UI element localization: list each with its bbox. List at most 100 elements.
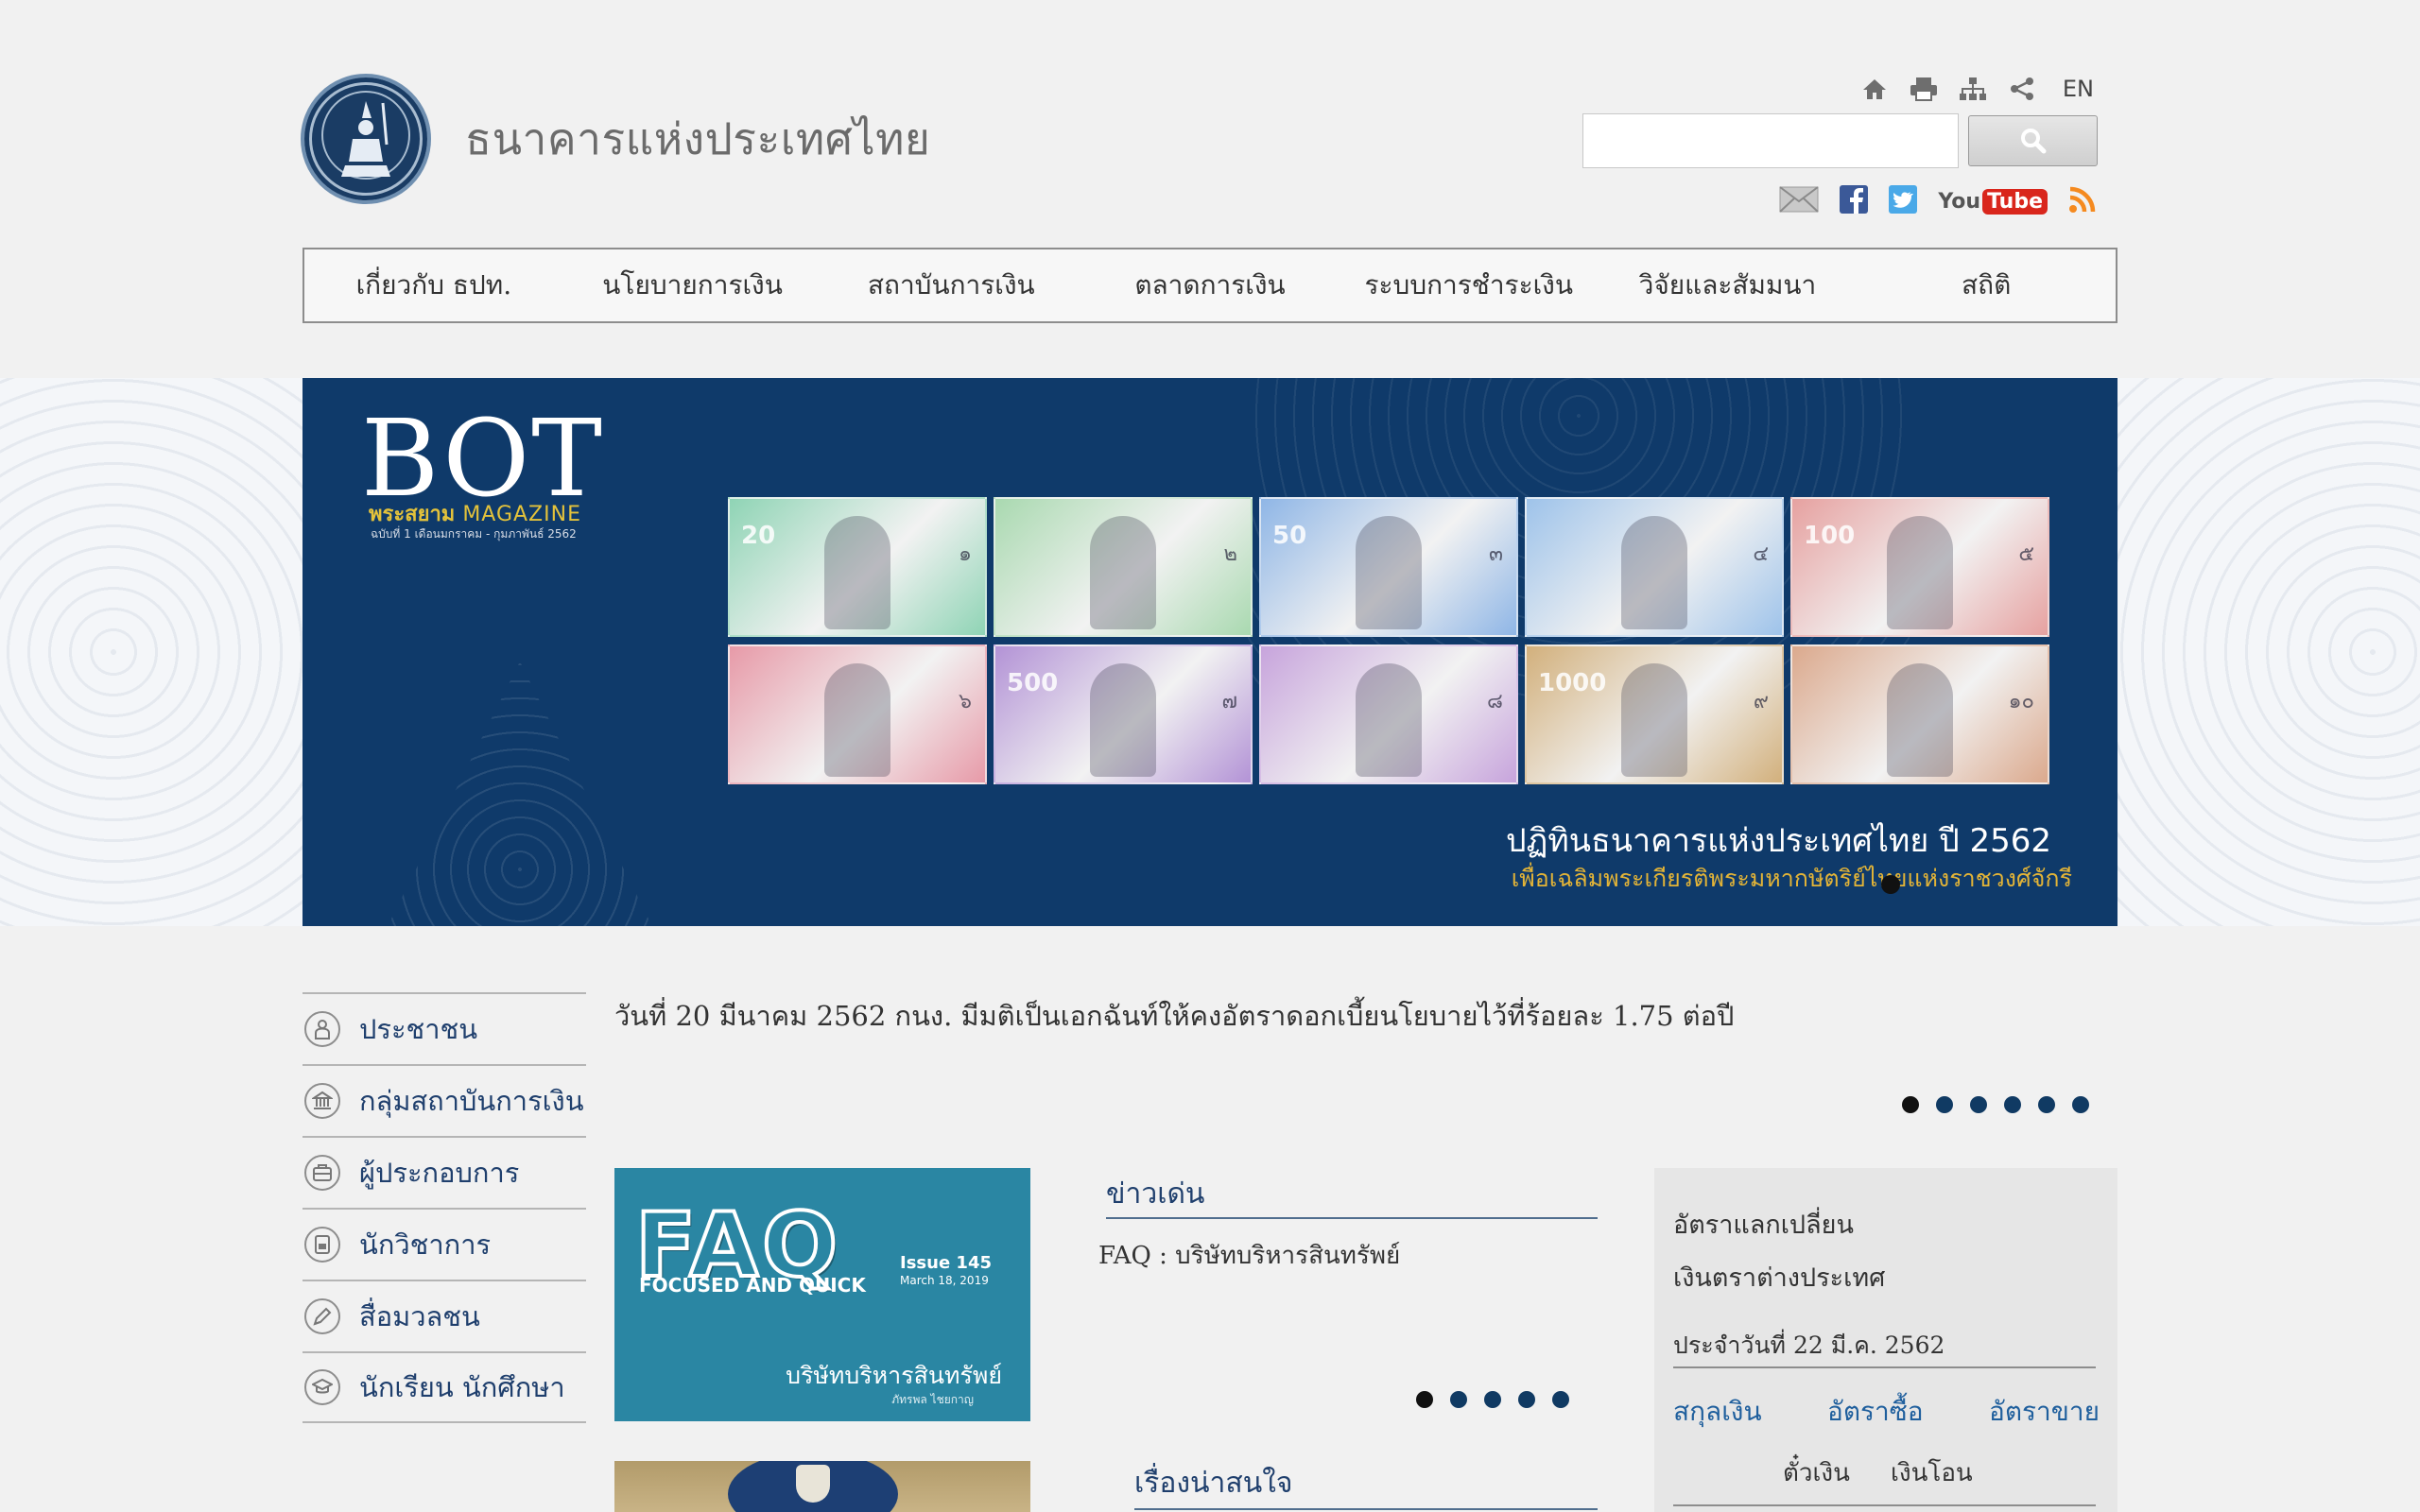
magazine-en: MAGAZINE [462, 503, 581, 526]
banknote-thai-number: ๗ [1221, 690, 1237, 713]
main-navigation: เกี่ยวกับ ธปท. นโยบายการเงิน สถาบันการเง… [302, 248, 2118, 323]
nav-monetary-policy[interactable]: นโยบายการเงิน [563, 265, 822, 306]
banknote-thai-number: ๓ [1488, 542, 1503, 566]
banknote-card: 20 ๑ [728, 497, 987, 637]
banknote-portrait [824, 516, 890, 629]
banner-carousel-dot[interactable] [1881, 875, 1900, 894]
sitemap-icon[interactable] [1959, 76, 1987, 102]
fx-col-buy[interactable]: อัตราซื้อ [1827, 1391, 1924, 1433]
banknote-denomination: 20 [741, 522, 776, 550]
nav-research-seminars[interactable]: วิจัยและสัมมนา [1599, 265, 1858, 306]
carousel-dot[interactable] [1450, 1391, 1467, 1408]
banknote-grid: 20 ๑ ๒ 50 ๓ ๔ 100 ๕๖ 500 ๗ ๘ 1000 ๙ ๑๐ [728, 497, 2049, 784]
banner-caption-main: ปฏิทินธนาคารแห่งประเทศไทย ปี 2562 [1505, 822, 2051, 860]
home-icon[interactable] [1860, 76, 1889, 102]
banknote-portrait [1887, 663, 1953, 777]
email-icon[interactable] [1779, 186, 1820, 216]
briefcase-icon [304, 1155, 340, 1191]
interest-thumbnail[interactable] [614, 1461, 1030, 1512]
fx-subtitle: เงินตราต่างประเทศ [1673, 1263, 1886, 1293]
bot-seal-icon [301, 74, 431, 204]
sidebar-item-students[interactable]: นักเรียน นักศึกษา [302, 1351, 586, 1423]
faq-issue: Issue 145 [900, 1253, 992, 1273]
sidebar-item-label: นักวิชาการ [359, 1228, 492, 1261]
sidebar-item-media[interactable]: สื่อมวลชน [302, 1280, 586, 1351]
banknote-denomination: 1000 [1538, 669, 1607, 697]
carousel-dot[interactable] [1552, 1391, 1569, 1408]
headline-ticker[interactable]: วันที่ 20 มีนาคม 2562 กนง. มีมติเป็นเอกฉ… [614, 994, 1734, 1038]
twitter-icon[interactable] [1889, 185, 1918, 217]
carousel-dot[interactable] [1416, 1391, 1433, 1408]
site-logo[interactable]: ธนาคารแห่งประเทศไทย [301, 74, 930, 204]
nav-statistics[interactable]: สถิติ [1857, 265, 2116, 306]
banner-issue-line: ฉบับที่ 1 เดือนมกราคม - กุมภาพันธ์ 2562 [371, 527, 577, 541]
carousel-dot[interactable] [1484, 1391, 1501, 1408]
banknote-portrait [1090, 663, 1156, 777]
banknote-denomination: 100 [1804, 522, 1856, 550]
hero-banner[interactable]: BOT พระสยาม MAGAZINE ฉบับที่ 1 เดือนมกราค… [302, 378, 2118, 926]
fx-col-sell[interactable]: อัตราขาย [1989, 1391, 2100, 1433]
fx-col-currency[interactable]: สกุลเงิน [1673, 1391, 1762, 1433]
language-toggle[interactable]: EN [2063, 76, 2094, 102]
faq-thumbnail[interactable]: FAQ FOCUSED AND QUICK Issue 145 March 18… [614, 1168, 1030, 1421]
faq-thai-title: บริษัทบริหารสินทรัพย์ [786, 1362, 1002, 1389]
banknote-portrait [1887, 516, 1953, 629]
nav-about[interactable]: เกี่ยวกับ ธปท. [304, 265, 563, 306]
carousel-dot[interactable] [1902, 1096, 1919, 1113]
fx-divider [1673, 1504, 2096, 1506]
magazine-th: พระสยาม [369, 503, 456, 526]
youtube-you: You [1938, 189, 1981, 214]
print-icon[interactable] [1910, 76, 1938, 102]
search-button[interactable] [1968, 115, 2098, 166]
featured-news-link[interactable]: FAQ : บริษัทบริหารสินทรัพย์ [1098, 1236, 1400, 1275]
exchange-rate-panel: อัตราแลกเปลี่ยน เงินตราต่างประเทศ ประจำว… [1654, 1168, 2118, 1512]
banknote-portrait [1356, 516, 1422, 629]
carousel-dot[interactable] [2072, 1096, 2089, 1113]
banknote-portrait [824, 663, 890, 777]
carousel-dot[interactable] [1970, 1096, 1987, 1113]
sidebar-item-label: ประชาชน [359, 1013, 478, 1045]
nav-financial-markets[interactable]: ตลาดการเงิน [1080, 265, 1340, 306]
utility-bar: EN [1860, 76, 2094, 102]
search-input[interactable] [1582, 113, 1959, 168]
nav-financial-institutions[interactable]: สถาบันการเงิน [821, 265, 1080, 306]
share-icon[interactable] [2008, 76, 2036, 102]
sidebar-item-academics[interactable]: นักวิชาการ [302, 1208, 586, 1280]
bank-icon [304, 1083, 340, 1119]
nav-payment-systems[interactable]: ระบบการชำระเงิน [1340, 265, 1599, 306]
banknote-card: ๑๐ [1790, 644, 2049, 784]
sidebar-item-entrepreneurs[interactable]: ผู้ประกอบการ [302, 1136, 586, 1208]
banknote-card: 100 ๕ [1790, 497, 2049, 637]
carousel-dot[interactable] [1936, 1096, 1953, 1113]
fx-title: อัตราแลกเปลี่ยน [1673, 1211, 1854, 1240]
sidebar-item-financial-institutions[interactable]: กลุ่มสถาบันการเงิน [302, 1064, 586, 1136]
featured-news-heading: ข่าวเด่น [1106, 1170, 1598, 1219]
carousel-dot[interactable] [1518, 1391, 1535, 1408]
site-name: ธนาคารแห่งประเทศไทย [465, 112, 931, 164]
search-icon [2020, 129, 2046, 154]
social-links: You Tube [1779, 185, 2097, 217]
audience-menu: ประชาชน กลุ่มสถาบันการเงิน ผู้ประกอบการ … [302, 992, 586, 1423]
banner-ornament-left [359, 662, 681, 926]
banknote-denomination: 50 [1272, 522, 1307, 550]
sidebar-item-label: สื่อมวลชน [359, 1300, 480, 1332]
carousel-dot[interactable] [2038, 1096, 2055, 1113]
banknote-portrait [1621, 663, 1687, 777]
banknote-thai-number: ๕ [2018, 542, 2034, 566]
banknote-card: 1000 ๙ [1525, 644, 1784, 784]
banknote-thai-number: ๙ [1753, 690, 1769, 713]
rss-icon[interactable] [2068, 185, 2097, 217]
banknote-card: 50 ๓ [1259, 497, 1518, 637]
carousel-dot[interactable] [2004, 1096, 2021, 1113]
pen-icon [304, 1298, 340, 1334]
sidebar-item-public[interactable]: ประชาชน [302, 992, 586, 1064]
banner-caption-sub: เพื่อเฉลิมพระเกียรติพระมหากษัตริย์ไทยแห่… [1511, 865, 2072, 892]
fx-sub-transfer: เงินโอน [1891, 1459, 1973, 1487]
fx-sub-draft: ตั๋วเงิน [1783, 1459, 1850, 1487]
facebook-icon[interactable] [1840, 185, 1869, 217]
banknote-card: 500 ๗ [994, 644, 1253, 784]
youtube-link[interactable]: You Tube [1938, 188, 2048, 215]
banknote-portrait [1356, 663, 1422, 777]
banknote-card: ๘ [1259, 644, 1518, 784]
person-icon [304, 1011, 340, 1047]
